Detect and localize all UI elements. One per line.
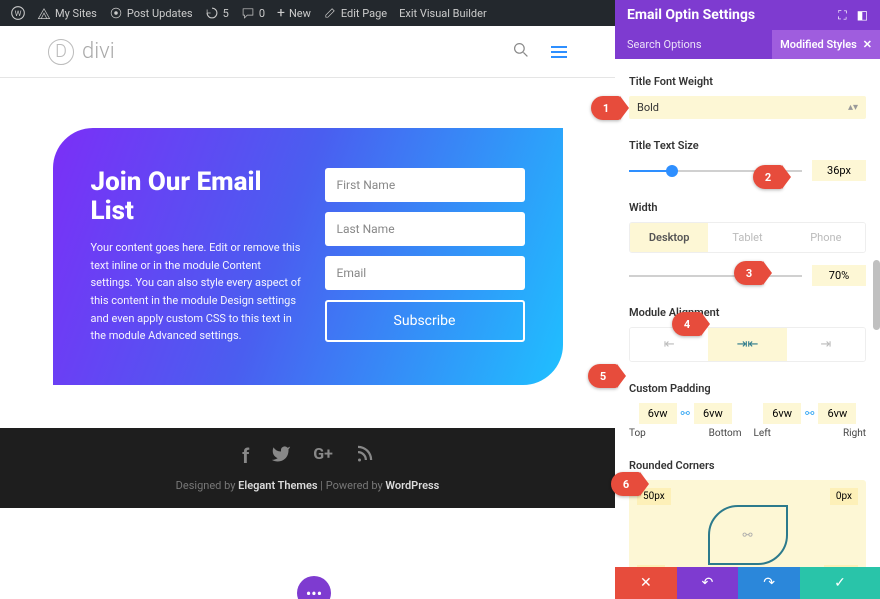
link-icon[interactable]: ⚯ — [681, 407, 690, 420]
rss-icon[interactable] — [355, 444, 373, 469]
edit-page-link[interactable]: Edit Page — [318, 6, 392, 20]
chevron-updown-icon: ▴▾ — [848, 102, 858, 113]
exit-visual-builder-link[interactable]: Exit Visual Builder — [394, 7, 492, 20]
email-field[interactable] — [325, 256, 525, 290]
link-icon[interactable]: ⚯ — [805, 407, 814, 420]
align-right-icon: ⇥ — [820, 337, 831, 352]
menu-icon[interactable] — [551, 46, 567, 58]
my-sites-link[interactable]: My Sites — [32, 6, 102, 20]
corners-preview-shape: ⚯ — [708, 505, 788, 565]
snap-icon[interactable]: ◧ — [857, 8, 868, 23]
padding-top-input[interactable]: 6vw — [639, 403, 677, 424]
corner-bl-input[interactable]: 0px — [637, 565, 665, 567]
corner-tr-input[interactable]: 0px — [830, 488, 858, 505]
scrollbar[interactable] — [873, 260, 880, 330]
logo-icon: D — [48, 39, 74, 65]
rounded-corners-control[interactable]: 50px 0px 0px 50px ⚯ — [629, 480, 866, 567]
annotation-marker-2: 2 — [753, 165, 783, 189]
align-left-icon: ⇤ — [664, 337, 675, 352]
corner-br-input[interactable]: 50px — [824, 565, 858, 567]
close-icon[interactable]: ✕ — [863, 38, 872, 51]
align-center-icon: ⇥⇤ — [737, 337, 759, 352]
title-font-weight-select[interactable]: Bold ▴▾ — [629, 96, 866, 119]
corners-label: Rounded Corners — [629, 459, 866, 472]
tab-desktop[interactable]: Desktop — [630, 223, 708, 252]
annotation-marker-5: 5 — [588, 364, 618, 388]
first-name-field[interactable] — [325, 168, 525, 202]
subscribe-button[interactable]: Subscribe — [325, 300, 525, 342]
link-icon[interactable]: ⚯ — [742, 528, 752, 542]
width-slider[interactable] — [629, 275, 802, 277]
panel-title: Email Optin Settings — [627, 7, 755, 23]
annotation-marker-4: 4 — [672, 312, 702, 336]
post-updates-link[interactable]: Post Updates — [104, 6, 198, 20]
width-label: Width — [629, 201, 866, 214]
panel-footer: ✕ ↶ ↷ ✓ — [615, 567, 880, 599]
last-name-field[interactable] — [325, 212, 525, 246]
optin-title: Join Our Email List — [91, 168, 305, 225]
padding-label: Custom Padding — [629, 382, 866, 395]
close-icon: ✕ — [640, 575, 652, 591]
tab-phone[interactable]: Phone — [787, 223, 865, 252]
cancel-button[interactable]: ✕ — [615, 567, 677, 599]
new-link[interactable]: +New — [272, 5, 316, 21]
comments-count[interactable]: 0 — [236, 6, 270, 20]
google-plus-icon[interactable]: G+ — [313, 444, 333, 469]
padding-left-input[interactable]: 6vw — [763, 403, 801, 424]
search-icon[interactable] — [513, 42, 529, 62]
tab-tablet[interactable]: Tablet — [708, 223, 786, 252]
title-text-size-value[interactable]: 36px — [812, 160, 866, 181]
site-footer: f G+ Designed by Elegant Themes | Powere… — [0, 428, 615, 508]
footer-credits: Designed by Elegant Themes | Powered by … — [0, 479, 615, 492]
annotation-marker-3: 3 — [734, 261, 764, 285]
page-preview: D divi Join Our Email List Your content … — [0, 26, 615, 599]
save-button[interactable]: ✓ — [800, 567, 880, 599]
expand-icon[interactable]: ⛶ — [838, 8, 846, 23]
padding-right-input[interactable]: 6vw — [818, 403, 856, 424]
undo-icon: ↶ — [702, 575, 714, 591]
modified-styles-pill[interactable]: Modified Styles✕ — [772, 30, 880, 59]
updates-count[interactable]: 5 — [200, 6, 234, 20]
builder-fab[interactable]: ••• — [297, 576, 331, 599]
settings-panel: Email Optin Settings ⛶ ◧ Search Options … — [615, 0, 880, 599]
align-center-button[interactable]: ⇥⇤ — [708, 328, 786, 361]
annotation-marker-6: 6 — [611, 472, 641, 496]
twitter-icon[interactable] — [271, 444, 291, 469]
redo-icon: ↷ — [763, 575, 775, 591]
optin-description: Your content goes here. Edit or remove t… — [91, 239, 305, 345]
svg-text:W: W — [15, 9, 22, 18]
width-value[interactable]: 70% — [812, 265, 866, 286]
undo-button[interactable]: ↶ — [677, 567, 739, 599]
site-header: D divi — [0, 26, 615, 78]
annotation-marker-1: 1 — [591, 96, 621, 120]
check-icon: ✓ — [834, 575, 846, 591]
redo-button[interactable]: ↷ — [738, 567, 800, 599]
email-optin-module[interactable]: Join Our Email List Your content goes he… — [53, 128, 563, 385]
align-right-button[interactable]: ⇥ — [787, 328, 865, 361]
padding-bottom-input[interactable]: 6vw — [694, 403, 732, 424]
search-options[interactable]: Search Options — [627, 30, 702, 59]
alignment-label: Module Alignment — [629, 306, 866, 319]
title-font-weight-label: Title Font Weight — [629, 75, 866, 88]
facebook-icon[interactable]: f — [242, 444, 249, 469]
title-text-size-label: Title Text Size — [629, 139, 866, 152]
wp-logo[interactable]: W — [6, 6, 30, 20]
site-logo[interactable]: D divi — [48, 39, 115, 65]
